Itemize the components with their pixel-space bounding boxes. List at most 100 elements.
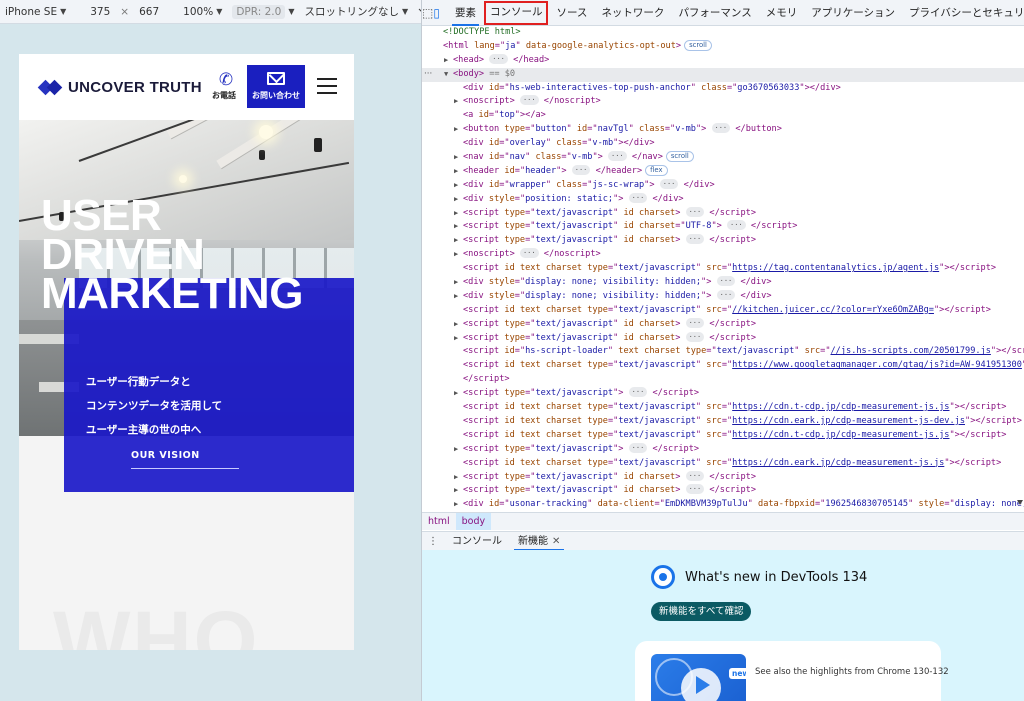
collapsed-triangle-icon[interactable]: ▶ bbox=[454, 290, 463, 304]
dom-node-row[interactable]: </script> bbox=[422, 373, 1024, 387]
dom-node-row[interactable]: ▶ <button type="button" id="navTgl" class… bbox=[422, 123, 1024, 137]
dom-node-row[interactable]: <div id="overlay" class="v-mb"></div> bbox=[422, 137, 1024, 151]
zoom-select[interactable]: 100% ▼ bbox=[178, 0, 227, 24]
dom-node-row[interactable]: ▶ <script type="text/javascript" id chars… bbox=[422, 470, 1024, 485]
dom-node-row[interactable]: ▶ <script type="text/javascript" id chars… bbox=[422, 317, 1024, 332]
dom-node-row[interactable]: ▶ <head> ··· </head> bbox=[422, 53, 1024, 68]
envelope-icon bbox=[267, 72, 285, 85]
collapsed-triangle-icon[interactable]: ▶ bbox=[454, 220, 463, 234]
collapsed-triangle-icon[interactable]: ▶ bbox=[454, 151, 463, 165]
device-toggle-icon[interactable]: ▯ bbox=[433, 6, 440, 20]
dom-node-row[interactable]: ▶ <script type="text/javascript" id chars… bbox=[422, 331, 1024, 346]
node-actions-icon[interactable]: ··· bbox=[424, 68, 432, 82]
collapsed-triangle-icon[interactable]: ▶ bbox=[454, 498, 463, 512]
dom-node-row[interactable]: ▶ <script type="text/javascript"> ··· </s… bbox=[422, 387, 1024, 401]
dom-node-row[interactable]: <script id text charset type="text/javas… bbox=[422, 429, 1024, 443]
devtools-tabs: 要素 コンソール ソース ネットワーク パフォーマンス メモリ アプリケーション プライバシー… bbox=[448, 0, 1024, 26]
breadcrumb-body[interactable]: body bbox=[455, 513, 492, 530]
dom-node-row[interactable]: ▶ <script type="text/javascript" id chars… bbox=[422, 220, 1024, 234]
collapsed-triangle-icon[interactable]: ▶ bbox=[454, 484, 463, 498]
site-logo[interactable]: UNCOVER TRUTH bbox=[37, 79, 202, 96]
collapsed-triangle-icon[interactable]: ▶ bbox=[454, 234, 463, 248]
dom-node-row[interactable]: ▶ <div style="display: none; visibility: … bbox=[422, 289, 1024, 304]
throttling-select[interactable]: スロットリングなし ▼ bbox=[299, 0, 413, 24]
devtools-tab-4[interactable]: ネットワーク bbox=[594, 0, 671, 26]
collapsed-triangle-icon[interactable]: ▶ bbox=[454, 165, 463, 179]
contact-button[interactable]: お問い合わせ bbox=[247, 65, 305, 108]
dom-node-markup: <script type="text/javascript"> ··· </sc… bbox=[463, 387, 700, 399]
close-icon[interactable]: ✕ bbox=[552, 536, 560, 547]
see-all-features-button[interactable]: 新機能をすべて確認 bbox=[651, 602, 752, 621]
dpr-select[interactable]: DPR: 2.0 ▼ bbox=[227, 0, 299, 24]
devtools-tab-6[interactable]: メモリ bbox=[759, 0, 805, 26]
dom-node-row[interactable]: <script id="hs-script-loader" text chars… bbox=[422, 345, 1024, 359]
device-select[interactable]: iPhone SE ▼ bbox=[0, 0, 71, 24]
dom-node-row[interactable]: <script id text charset type="text/javas… bbox=[422, 457, 1024, 471]
scroll-arrow-icon[interactable] bbox=[1017, 500, 1023, 505]
dom-node-row[interactable]: ▶ <header id="header"> ··· </header> flex bbox=[422, 164, 1024, 179]
collapsed-triangle-icon[interactable]: ▶ bbox=[444, 54, 453, 68]
collapsed-triangle-icon[interactable]: ▶ bbox=[454, 207, 463, 221]
collapsed-triangle-icon[interactable]: ▶ bbox=[454, 193, 463, 207]
devtools-tab-7[interactable]: アプリケーション bbox=[804, 0, 902, 26]
dom-node-row[interactable]: <a id="top"></a> bbox=[422, 109, 1024, 123]
drawer-tab-whats-new[interactable]: 新機能 ✕ bbox=[510, 532, 568, 551]
hamburger-menu-button[interactable] bbox=[317, 78, 337, 94]
dom-node-row[interactable]: <div id="hs-web-interactives-top-push-an… bbox=[422, 82, 1024, 96]
dom-node-row[interactable]: ▶ <script type="text/javascript" id chars… bbox=[422, 234, 1024, 248]
dom-node-row[interactable]: <script id text charset type="text/javas… bbox=[422, 415, 1024, 429]
dom-node-row[interactable]: ▶ <div id="wrapper" class="js-sc-wrap"> ·… bbox=[422, 178, 1024, 193]
viewport-height-input[interactable]: 667 bbox=[134, 0, 164, 24]
dom-node-row[interactable]: ▶ <nav id="nav" class="v-mb"> ··· </nav> s… bbox=[422, 151, 1024, 165]
dom-node-row[interactable]: <!DOCTYPE html> bbox=[422, 26, 1024, 40]
collapsed-triangle-icon[interactable]: ▶ bbox=[454, 95, 463, 109]
our-vision-link[interactable]: OUR VISION bbox=[131, 450, 239, 469]
collapsed-triangle-icon[interactable]: ▶ bbox=[454, 387, 463, 401]
dom-node-row[interactable]: ▶ <div style="display: none; visibility: … bbox=[422, 276, 1024, 290]
device-toolbar: iPhone SE ▼ 375 × 667 100% ▼ DPR: 2.0 ▼ スロッ… bbox=[0, 0, 452, 24]
dom-node-row[interactable]: ▶ <script type="text/javascript" id chars… bbox=[422, 484, 1024, 498]
collapsed-triangle-icon[interactable]: ▶ bbox=[454, 123, 463, 137]
highlights-card[interactable]: new See also the highlights from Chrome … bbox=[635, 641, 949, 701]
dom-node-row[interactable]: <script id text charset type="text/javas… bbox=[422, 304, 1024, 318]
dom-node-row[interactable]: ▶ <script type="text/javascript"> ··· </s… bbox=[422, 442, 1024, 457]
expanded-triangle-icon[interactable]: ▼ bbox=[444, 68, 453, 82]
dom-node-markup: <!DOCTYPE html> bbox=[443, 27, 521, 37]
dom-node-row[interactable]: ▶ <script type="text/javascript" id chars… bbox=[422, 206, 1024, 221]
devtools-tab-2[interactable]: コンソール bbox=[483, 0, 550, 26]
breadcrumb-html[interactable]: html bbox=[422, 513, 456, 530]
dom-node-row[interactable]: ▶ <noscript> ··· </noscript> bbox=[422, 95, 1024, 109]
drawer-tab-console[interactable]: コンソール bbox=[444, 532, 510, 551]
drawer-tab-bar: ⋮ コンソール 新機能 ✕ bbox=[422, 531, 1024, 551]
dom-node-row[interactable]: <script id text charset type="text/javas… bbox=[422, 401, 1024, 415]
phone-link[interactable]: ✆ お電話 bbox=[212, 70, 240, 101]
dom-node-markup: <script id="hs-script-loader" text chars… bbox=[463, 346, 1024, 357]
dom-node-row[interactable]: ▶ <noscript> ··· </noscript> bbox=[422, 248, 1024, 262]
dom-node-markup: <header id="header"> ··· </header> flex bbox=[463, 164, 668, 176]
dom-node-row[interactable]: ▶ <div id="usonar-tracking" data-client="… bbox=[422, 498, 1024, 512]
drawer-menu-icon[interactable]: ⋮ bbox=[422, 536, 444, 547]
collapsed-triangle-icon[interactable]: ▶ bbox=[454, 332, 463, 346]
dom-node-row[interactable]: ··· ▼ <body> == $0 bbox=[422, 67, 1024, 82]
collapsed-triangle-icon[interactable]: ▶ bbox=[454, 179, 463, 193]
chevron-down-icon: ▼ bbox=[401, 7, 409, 16]
devtools-tab-5[interactable]: パフォーマンス bbox=[671, 0, 758, 26]
video-thumbnail[interactable]: new bbox=[651, 654, 746, 701]
collapsed-triangle-icon[interactable]: ▶ bbox=[454, 248, 463, 262]
dom-node-row[interactable]: ▶ <div style="position: static;"> ··· </d… bbox=[422, 192, 1024, 207]
dom-node-row[interactable]: <html lang="ja" data-google-analytics-op… bbox=[422, 39, 1024, 54]
devtools-tab-3[interactable]: ソース bbox=[549, 0, 594, 26]
collapsed-triangle-icon[interactable]: ▶ bbox=[454, 318, 463, 332]
hero-lamp bbox=[314, 138, 322, 152]
collapsed-triangle-icon[interactable]: ▶ bbox=[454, 471, 463, 485]
dom-node-row[interactable]: <script id text charset type="text/javas… bbox=[422, 262, 1024, 276]
collapsed-triangle-icon[interactable]: ▶ bbox=[454, 276, 463, 290]
inspect-element-icon[interactable]: ⬚ bbox=[422, 6, 433, 20]
collapsed-triangle-icon[interactable]: ▶ bbox=[454, 443, 463, 457]
devtools-tab-8[interactable]: プライバシーとセキュリティ bbox=[902, 0, 1024, 26]
dom-node-markup: <script type="text/javascript" id charse… bbox=[463, 220, 798, 232]
viewport-width-input[interactable]: 375 bbox=[85, 0, 115, 24]
dom-node-row[interactable]: <script id text charset type="text/javas… bbox=[422, 359, 1024, 373]
devtools-tab-1[interactable]: 要素 bbox=[448, 0, 483, 26]
logo-mark-icon bbox=[37, 79, 63, 96]
